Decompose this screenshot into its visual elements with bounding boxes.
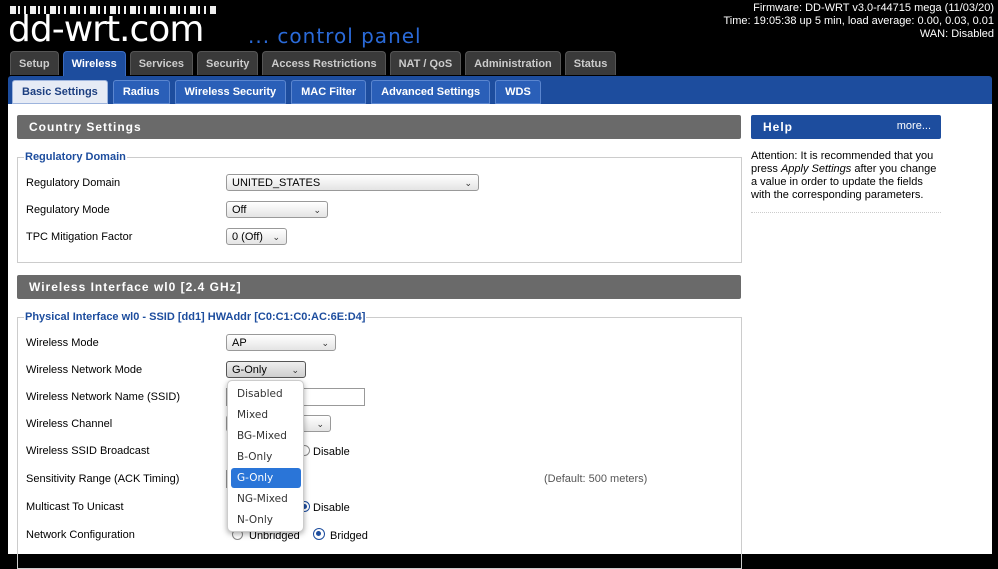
multicast-disable-label: Disable <box>313 502 350 514</box>
regulatory-fieldset <box>17 157 742 263</box>
subtab-advanced-settings[interactable]: Advanced Settings <box>371 80 491 104</box>
sub-tabs: Basic Settings Radius Wireless Security … <box>12 80 541 104</box>
help-more-link[interactable]: more... <box>897 115 931 137</box>
subtab-basic-settings[interactable]: Basic Settings <box>12 80 108 104</box>
ssid-broadcast-label: Wireless SSID Broadcast <box>26 445 150 457</box>
physical-interface-legend: Physical Interface wl0 - SSID [dd1] HWAd… <box>24 311 367 323</box>
tpc-label: TPC Mitigation Factor <box>26 231 133 243</box>
tab-nat-qos[interactable]: NAT / QoS <box>389 51 462 75</box>
wireless-mode-select[interactable]: AP ⌄ <box>226 334 336 351</box>
regdomain-label: Regulatory Domain <box>26 177 121 189</box>
regdomain-select[interactable]: UNITED_STATES ⌄ <box>226 174 479 191</box>
channel-label: Wireless Channel <box>26 418 113 430</box>
chevron-down-icon: ⌄ <box>291 365 299 375</box>
ssid-broadcast-disable-label: Disable <box>313 446 350 458</box>
help-text-emphasis: Apply Settings <box>780 163 852 175</box>
tab-setup[interactable]: Setup <box>10 51 59 75</box>
wireless-mode-label: Wireless Mode <box>26 337 99 349</box>
help-text: Attention: It is recommended that you pr… <box>751 150 943 202</box>
network-mode-dropdown: Disabled Mixed BG-Mixed B-Only G-Only NG-Mixe… <box>227 380 304 532</box>
dropdown-option-n-only[interactable]: N-Only <box>231 510 301 530</box>
subtab-mac-filter[interactable]: MAC Filter <box>291 80 367 104</box>
multicast-label: Multicast To Unicast <box>26 501 124 513</box>
chevron-down-icon: ⌄ <box>321 338 329 348</box>
wan-status: WAN: Disabled <box>919 28 994 40</box>
tab-status[interactable]: Status <box>564 51 617 75</box>
network-mode-label: Wireless Network Mode <box>26 364 143 376</box>
regmode-select[interactable]: Off ⌄ <box>226 201 328 218</box>
ack-timing-hint: (Default: 500 meters) <box>544 473 648 485</box>
tab-services[interactable]: Services <box>129 51 193 75</box>
dropdown-option-g-only[interactable]: G-Only <box>231 468 301 488</box>
header-info: Firmware: DD-WRT v3.0-r44715 mega (11/03… <box>724 2 995 41</box>
subtab-wireless-security[interactable]: Wireless Security <box>174 80 287 104</box>
bridged-radio[interactable] <box>313 528 325 540</box>
tpc-value: 0 (Off) <box>232 231 263 243</box>
logo: dd-wrt.com <box>8 9 204 50</box>
chevron-down-icon: ⌄ <box>464 178 472 188</box>
tab-access-restrictions[interactable]: Access Restrictions <box>262 51 386 75</box>
bridged-label: Bridged <box>330 530 368 542</box>
ack-timing-label: Sensitivity Range (ACK Timing) <box>26 473 180 485</box>
main-tabs: Setup Wireless Services Security Access … <box>10 51 617 78</box>
dropdown-option-b-only[interactable]: B-Only <box>231 447 301 467</box>
tab-wireless[interactable]: Wireless <box>62 51 126 78</box>
regmode-value: Off <box>232 204 247 216</box>
subtab-wds[interactable]: WDS <box>495 80 541 104</box>
header: dd-wrt.com ... control panel Firmware: D… <box>0 0 998 50</box>
chevron-down-icon: ⌄ <box>316 419 324 429</box>
help-title: Help <box>763 120 794 134</box>
dropdown-option-ng-mixed[interactable]: NG-Mixed <box>231 489 301 509</box>
uptime-text: Time: 19:05:38 up 5 min, load average: 0… <box>723 15 995 27</box>
regdomain-value: UNITED_STATES <box>232 177 321 189</box>
main-content: Country Settings Regulatory Domain Regul… <box>8 104 992 569</box>
chevron-down-icon: ⌄ <box>313 205 321 215</box>
wireless-interface-title: Wireless Interface wl0 [2.4 GHz] <box>17 275 741 299</box>
dropdown-option-bg-mixed[interactable]: BG-Mixed <box>231 426 301 446</box>
ssid-label: Wireless Network Name (SSID) <box>26 391 181 403</box>
help-panel-header: Help more... <box>751 115 941 139</box>
subtab-radius[interactable]: Radius <box>112 80 170 104</box>
network-config-label: Network Configuration <box>26 529 135 541</box>
regulatory-legend: Regulatory Domain <box>24 151 127 163</box>
logo-subtitle: ... control panel <box>248 24 422 48</box>
regmode-label: Regulatory Mode <box>26 204 110 216</box>
tab-security[interactable]: Security <box>196 51 259 75</box>
network-mode-select[interactable]: G-Only ⌄ <box>226 361 306 378</box>
dropdown-option-disabled[interactable]: Disabled <box>231 384 301 404</box>
tab-administration[interactable]: Administration <box>465 51 561 75</box>
tpc-select[interactable]: 0 (Off) ⌄ <box>226 228 287 245</box>
chevron-down-icon: ⌄ <box>272 232 280 242</box>
wireless-mode-value: AP <box>232 337 247 349</box>
help-divider <box>751 212 941 213</box>
network-mode-value: G-Only <box>232 364 267 376</box>
firmware-text: Firmware: DD-WRT v3.0-r44715 mega (11/03… <box>753 2 994 14</box>
country-settings-title: Country Settings <box>17 115 741 139</box>
dropdown-option-mixed[interactable]: Mixed <box>231 405 301 425</box>
